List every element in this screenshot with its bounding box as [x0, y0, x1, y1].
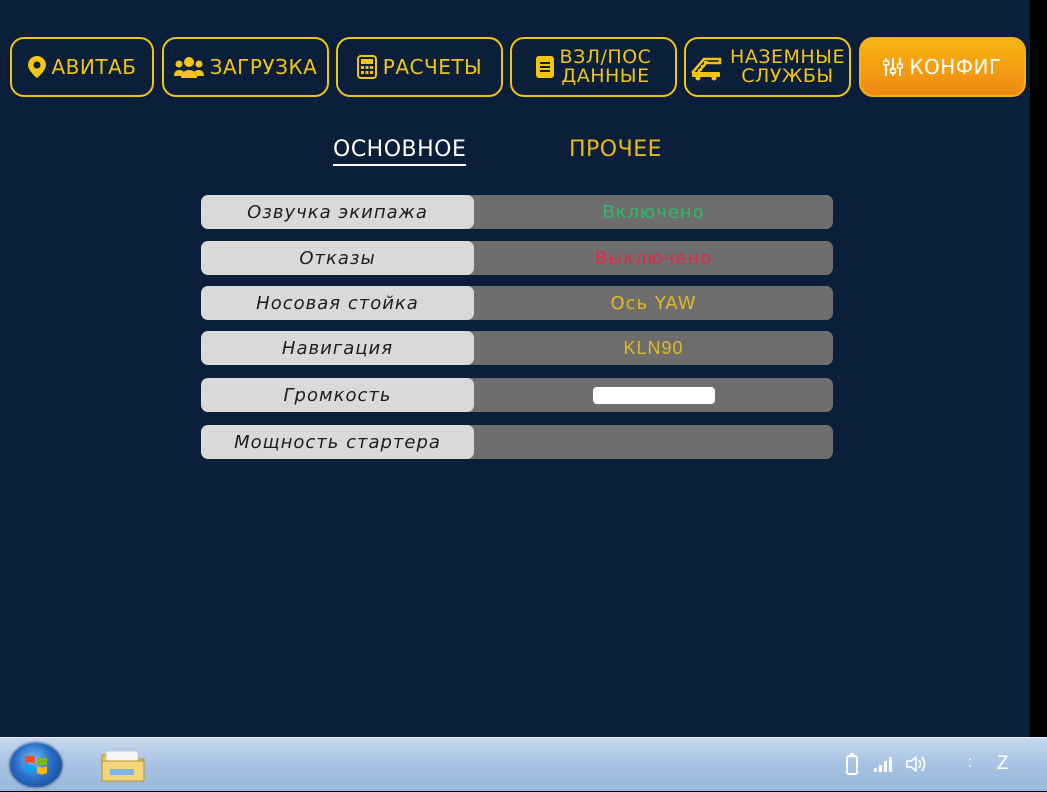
clock[interactable]: Z — [997, 753, 1009, 775]
tab-label: ВЗЛ/ПОС ДАННЫЕ — [560, 48, 652, 86]
tab-config[interactable]: КОНФИГ — [859, 37, 1026, 97]
setting-label: Навигация — [201, 331, 474, 365]
volume-level-bar[interactable] — [592, 386, 715, 404]
setting-row-volume[interactable]: Громкость — [201, 378, 833, 412]
setting-row-failures[interactable]: Отказы Выключено — [201, 241, 833, 275]
tray-separator: : — [968, 754, 973, 771]
setting-value[interactable]: Ось YAW — [474, 286, 833, 320]
tab-label: РАСЧЕТЫ — [382, 55, 483, 79]
tab-zagruzka[interactable]: ЗАГРУЗКА — [162, 37, 329, 97]
stairs-truck-icon — [690, 53, 724, 81]
battery-icon[interactable] — [845, 753, 859, 780]
tab-label: АВИТАБ — [51, 55, 137, 79]
tab-label-line2: ДАННЫЕ — [561, 65, 650, 87]
setting-row-crew-voice[interactable]: Озвучка экипажа Включено — [201, 195, 833, 229]
setting-row-navigation[interactable]: Навигация KLN90 — [201, 331, 833, 365]
screen-edge — [1030, 0, 1047, 737]
windows-start-icon[interactable] — [10, 743, 62, 787]
signal-icon[interactable] — [873, 755, 895, 778]
setting-row-nose-gear[interactable]: Носовая стойка Ось YAW — [201, 286, 833, 320]
subtab-other[interactable]: ПРОЧЕЕ — [569, 137, 662, 162]
document-icon — [535, 56, 554, 78]
setting-label: Мощность стартера — [201, 425, 474, 459]
calculator-icon — [356, 55, 377, 79]
taskbar: : Z — [0, 737, 1047, 791]
users-icon — [173, 56, 204, 78]
setting-value[interactable]: Включено — [474, 195, 833, 229]
setting-value[interactable]: Выключено — [474, 241, 833, 275]
sliders-icon — [883, 57, 904, 77]
tab-label: КОНФИГ — [909, 55, 1002, 79]
volume-slider[interactable] — [474, 378, 833, 412]
file-explorer-icon[interactable] — [100, 749, 146, 788]
setting-label: Носовая стойка — [201, 286, 474, 320]
setting-label: Отказы — [201, 241, 474, 275]
app-window: АВИТАБ ЗАГРУЗКА РАСЧЕТЫ ВЗЛ/ПОС ДАННЫЕ Н… — [0, 0, 1030, 737]
tab-avitab[interactable]: АВИТАБ — [10, 37, 154, 97]
setting-value[interactable]: KLN90 — [474, 331, 833, 365]
tab-ground-services[interactable]: НАЗЕМНЫЕ СЛУЖБЫ — [684, 37, 851, 97]
tab-takeoff-landing-data[interactable]: ВЗЛ/ПОС ДАННЫЕ — [510, 37, 677, 97]
tab-label-line2: СЛУЖБЫ — [741, 65, 834, 87]
tab-raschety[interactable]: РАСЧЕТЫ — [336, 37, 503, 97]
setting-value[interactable] — [474, 425, 833, 459]
subtab-main[interactable]: ОСНОВНОЕ — [333, 137, 467, 166]
setting-label: Озвучка экипажа — [201, 195, 474, 229]
tab-label: ЗАГРУЗКА — [209, 55, 318, 79]
tab-label: НАЗЕМНЫЕ СЛУЖБЫ — [730, 48, 845, 86]
map-pin-icon — [27, 56, 46, 78]
volume-icon[interactable] — [905, 754, 929, 779]
setting-label: Громкость — [201, 378, 474, 412]
setting-row-starter-power[interactable]: Мощность стартера — [201, 425, 833, 459]
